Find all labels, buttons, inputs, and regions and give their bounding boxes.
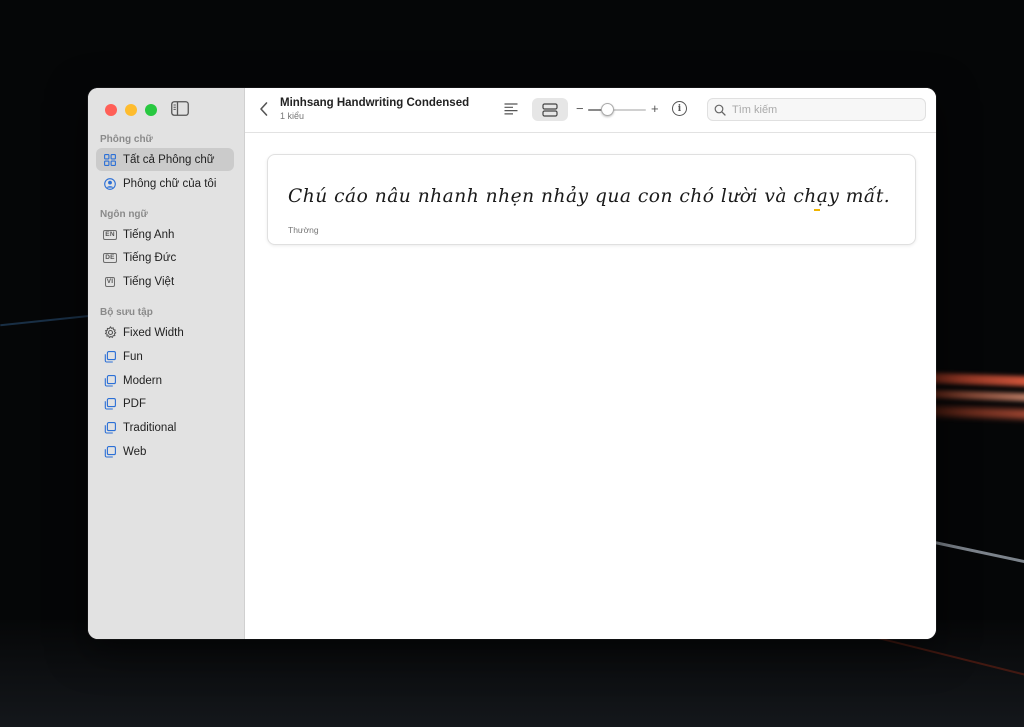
main-content: Minhsang Handwriting Condensed 1 kiểu − … [245, 88, 936, 639]
toolbar: Minhsang Handwriting Condensed 1 kiểu − … [245, 88, 936, 133]
sidebar-item-all-fonts[interactable]: Tất cả Phông chữ [96, 148, 234, 171]
size-slider-knob[interactable] [600, 103, 614, 116]
gear-icon [103, 326, 117, 340]
sidebar-item-label: Tất cả Phông chữ [123, 153, 215, 166]
sidebar-item-modern[interactable]: Modern [96, 369, 234, 392]
sidebar-item-vietnamese[interactable]: VI Tiếng Việt [96, 270, 234, 293]
sidebar-item-label: Fun [123, 350, 143, 363]
collection-icon [103, 397, 117, 411]
collection-icon [103, 374, 117, 388]
language-badge-icon: EN [103, 229, 117, 240]
window-controls [105, 104, 157, 116]
sample-text: Chú cáo nâu nhanh nhẹn nhảy qua con chó … [288, 185, 891, 207]
close-button[interactable] [105, 104, 117, 116]
zoom-out-button[interactable]: − [576, 101, 584, 116]
sidebar-item-label: Traditional [123, 421, 177, 434]
sidebar: Phông chữ Tất cả Phông chữ Phông chữ của… [88, 88, 245, 639]
view-mode-button[interactable] [532, 98, 568, 121]
sidebar-item-label: Web [123, 445, 147, 458]
language-badge-icon: DE [103, 252, 117, 263]
background-road-line [929, 540, 1024, 568]
sidebar-item-label: Modern [123, 374, 162, 387]
font-family-title: Minhsang Handwriting Condensed [280, 97, 470, 109]
sidebar-item-fixed-width[interactable]: Fixed Width [96, 321, 234, 344]
info-icon[interactable]: i [672, 101, 687, 116]
background-light-trail [930, 372, 1024, 388]
collection-icon [103, 350, 117, 364]
sidebar-item-label: Phông chữ của tôi [123, 177, 217, 190]
section-title-fonts: Phông chữ [100, 134, 153, 145]
search-icon [714, 104, 726, 116]
section-title-collections: Bộ sưu tập [100, 307, 153, 318]
font-preview-card[interactable]: Chú cáo nâu nhanh nhẹn nhảy qua con chó … [267, 154, 916, 245]
zoom-button[interactable] [145, 104, 157, 116]
text-cursor [814, 209, 820, 211]
sidebar-toggle-icon[interactable] [171, 101, 189, 116]
style-count: 1 kiểu [280, 111, 305, 121]
sidebar-item-english[interactable]: EN Tiếng Anh [96, 223, 234, 246]
font-book-window: Phông chữ Tất cả Phông chữ Phông chữ của… [88, 88, 936, 639]
sidebar-item-label: Tiếng Việt [123, 275, 175, 288]
zoom-in-button[interactable]: + [651, 101, 659, 116]
grid-icon [103, 153, 117, 167]
sidebar-item-fun[interactable]: Fun [96, 345, 234, 368]
sidebar-item-pdf[interactable]: PDF [96, 392, 234, 415]
style-name: Thường [288, 225, 319, 235]
search-field[interactable] [707, 98, 926, 121]
collection-icon [103, 421, 117, 435]
back-chevron-icon[interactable] [258, 101, 270, 117]
sidebar-item-my-fonts[interactable]: Phông chữ của tôi [96, 172, 234, 195]
section-title-languages: Ngôn ngữ [100, 209, 148, 220]
background-light-trail [930, 389, 1024, 403]
sidebar-item-label: PDF [123, 397, 146, 410]
search-input[interactable] [732, 103, 912, 116]
rows-view-icon [542, 102, 558, 117]
text-align-icon[interactable] [504, 102, 518, 116]
sidebar-item-german[interactable]: DE Tiếng Đức [96, 246, 234, 269]
sidebar-item-traditional[interactable]: Traditional [96, 416, 234, 439]
user-circle-icon [103, 177, 117, 191]
language-badge-icon: VI [104, 276, 116, 287]
background-light-trail [930, 405, 1024, 421]
minimize-button[interactable] [125, 104, 137, 116]
sidebar-item-label: Fixed Width [123, 326, 184, 339]
collection-icon [103, 445, 117, 459]
sidebar-item-web[interactable]: Web [96, 440, 234, 463]
sidebar-item-label: Tiếng Đức [123, 251, 177, 264]
sidebar-item-label: Tiếng Anh [123, 228, 175, 241]
